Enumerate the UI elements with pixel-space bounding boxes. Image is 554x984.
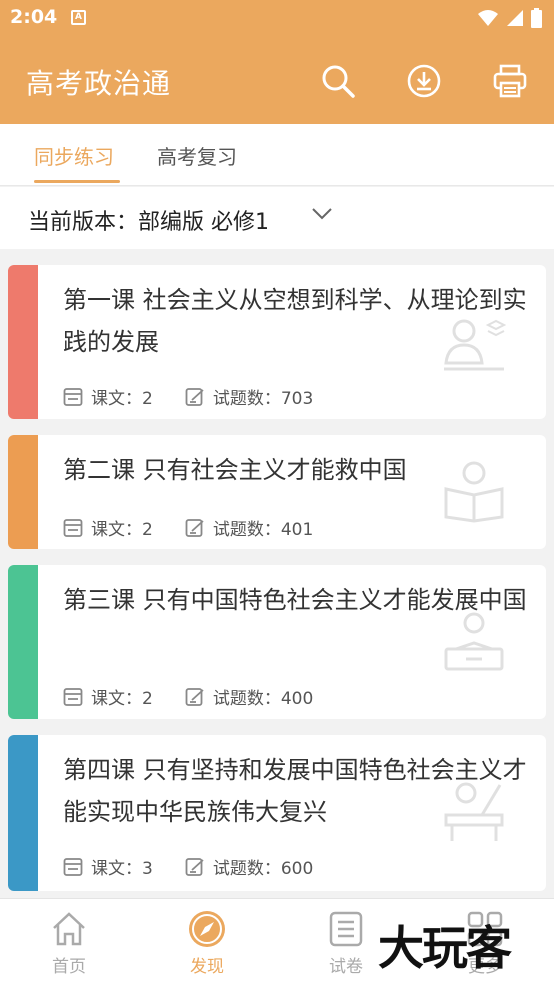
card-meta: 课文：3 试题数：600 [63, 854, 313, 879]
nav-home[interactable]: 首页 [29, 909, 109, 977]
watermark-logo: 大玩客 [378, 921, 512, 975]
nav-papers-label: 试卷 [329, 957, 363, 977]
lesson-count-label: 课文：2 [91, 689, 153, 709]
edit-note-icon [185, 518, 204, 537]
lesson-count-label: 课文：2 [91, 389, 153, 409]
question-count: 试题数：401 [185, 515, 313, 540]
search-icon [322, 65, 355, 98]
lesson-doc-icon [63, 387, 83, 406]
lesson-count-label: 课文：3 [91, 859, 153, 879]
app-bar: 高考政治通 [0, 38, 554, 124]
card-stripe [8, 265, 38, 419]
lesson-count: 课文：2 [63, 684, 153, 709]
app-title: 高考政治通 [26, 67, 172, 100]
notification-icon: A [71, 10, 86, 25]
search-button[interactable] [319, 62, 357, 100]
status-icons [477, 7, 542, 29]
print-button[interactable] [491, 62, 529, 100]
lesson-card-2[interactable]: 第二课 只有社会主义才能救中国 课文：2 试题数：401 [8, 435, 546, 549]
writing-illustration-icon [444, 782, 504, 841]
nav-papers[interactable]: 试卷 [306, 909, 386, 977]
card-meta: 课文：2 试题数：400 [63, 684, 313, 709]
download-icon [407, 64, 441, 98]
question-count-label: 试题数：600 [212, 859, 314, 879]
lesson-card-1[interactable]: 第一课 社会主义从空想到科学、从理论到实践的发展 课文：2 试题数：703 [8, 265, 546, 419]
edit-note-icon [185, 857, 204, 876]
version-selector[interactable]: 当前版本：部编版 必修1 [0, 187, 554, 249]
reading-illustration-icon [444, 461, 504, 523]
compass-icon [189, 911, 225, 947]
lesson-count: 课文：3 [63, 854, 153, 879]
teacher-illustration-icon [444, 319, 506, 371]
download-button[interactable] [405, 62, 443, 100]
nav-home-label: 首页 [52, 957, 86, 977]
card-meta: 课文：2 试题数：401 [63, 515, 313, 540]
card-stripe [8, 735, 38, 891]
print-icon [493, 64, 527, 98]
lesson-count: 课文：2 [63, 384, 153, 409]
tab-gaokao-review[interactable]: 高考复习 [157, 141, 237, 170]
desk-reading-illustration-icon [444, 612, 504, 671]
question-count-label: 试题数：400 [212, 689, 314, 709]
lesson-count: 课文：2 [63, 515, 153, 540]
question-count: 试题数：600 [185, 854, 313, 879]
signal-icon [507, 10, 523, 26]
lesson-doc-icon [63, 687, 83, 706]
tab-sync-practice[interactable]: 同步练习 [34, 141, 114, 170]
question-count: 试题数：400 [185, 684, 313, 709]
question-count-label: 试题数：401 [212, 520, 314, 540]
question-count-label: 试题数：703 [212, 389, 314, 409]
edit-note-icon [185, 687, 204, 706]
lesson-doc-icon [63, 857, 83, 876]
tab-bar: 同步练习 高考复习 [0, 124, 554, 186]
card-stripe [8, 565, 38, 719]
lesson-doc-icon [63, 518, 83, 537]
chevron-down-icon [312, 208, 332, 220]
version-label: 当前版本：部编版 必修1 [28, 210, 269, 235]
lesson-card-3[interactable]: 第三课 只有中国特色社会主义才能发展中国 课文：2 试题数：400 [8, 565, 546, 719]
battery-icon [531, 8, 542, 28]
question-count: 试题数：703 [185, 384, 313, 409]
wifi-icon [478, 10, 498, 26]
card-meta: 课文：2 试题数：703 [63, 384, 313, 409]
paper-icon [329, 911, 363, 947]
nav-discover[interactable]: 发现 [167, 909, 247, 977]
lesson-count-label: 课文：2 [91, 520, 153, 540]
edit-note-icon [185, 387, 204, 406]
lesson-card-4[interactable]: 第四课 只有坚持和发展中国特色社会主义才能实现中华民族伟大复兴 课文：3 试题数… [8, 735, 546, 891]
card-stripe [8, 435, 38, 549]
status-bar: 2:04 A [0, 0, 554, 38]
tab-indicator [34, 180, 120, 183]
status-time: 2:04 [10, 6, 58, 28]
nav-discover-label: 发现 [190, 957, 224, 977]
home-icon [53, 912, 85, 946]
